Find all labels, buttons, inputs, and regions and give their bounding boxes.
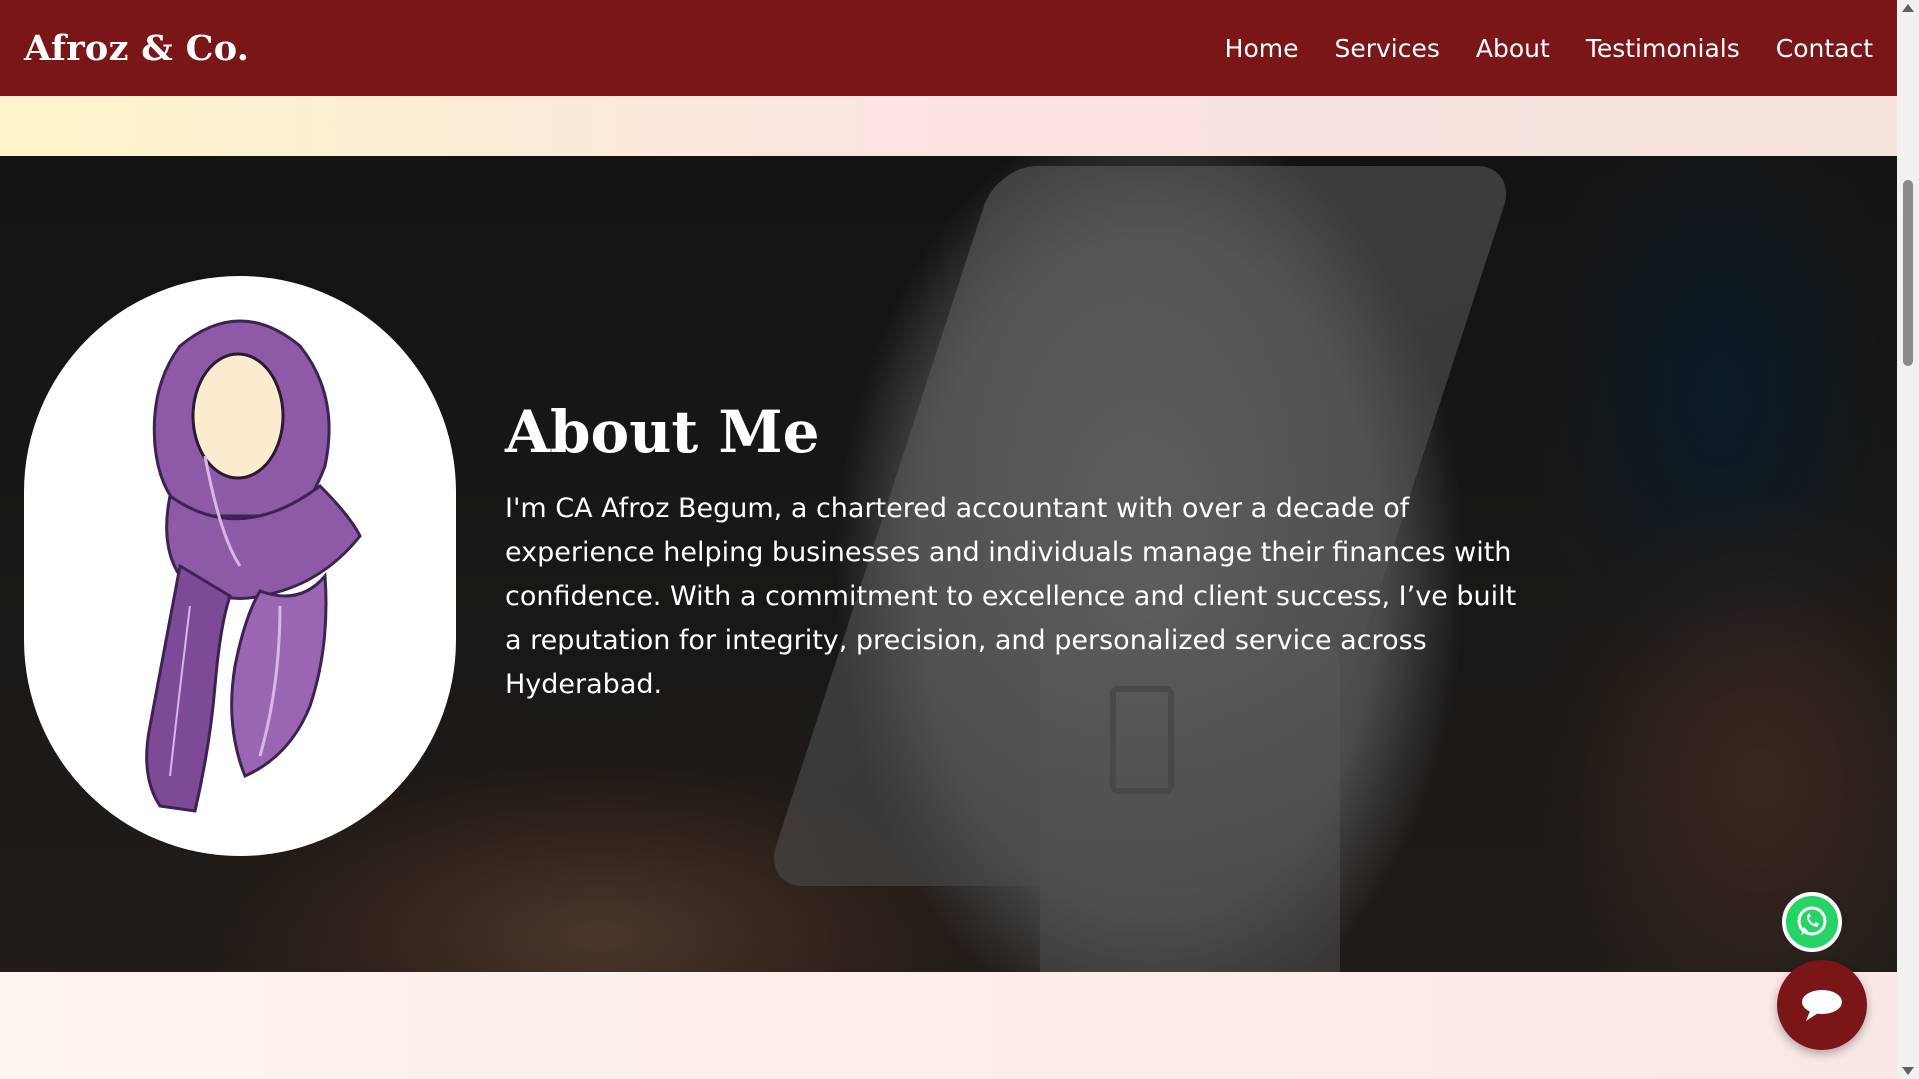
- brand-logo[interactable]: Afroz & Co.: [24, 28, 249, 69]
- nav-testimonials[interactable]: Testimonials: [1586, 34, 1740, 63]
- scroll-up-arrow-icon[interactable]: [1902, 4, 1914, 12]
- scroll-thumb[interactable]: [1903, 180, 1913, 366]
- chat-button[interactable]: [1777, 960, 1867, 1050]
- chat-bubble-icon: [1802, 990, 1842, 1021]
- about-title: About Me: [505, 398, 820, 466]
- pastel-band: [0, 96, 1897, 156]
- profile-portrait: [24, 276, 456, 856]
- whatsapp-icon: [1797, 906, 1827, 936]
- vertical-scrollbar[interactable]: [1897, 0, 1919, 1079]
- nav-about[interactable]: About: [1476, 34, 1550, 63]
- next-section-background: [0, 972, 1897, 1079]
- whatsapp-button[interactable]: [1782, 892, 1842, 952]
- main-nav: Home Services About Testimonials Contact: [1225, 34, 1873, 63]
- scroll-down-arrow-icon[interactable]: [1902, 1067, 1914, 1075]
- about-body: I'm CA Afroz Begum, a chartered accounta…: [505, 492, 1517, 700]
- hijab-illustration: [145, 319, 362, 813]
- top-navbar: Afroz & Co. Home Services About Testimon…: [0, 0, 1897, 96]
- nav-home[interactable]: Home: [1225, 34, 1299, 63]
- nav-contact[interactable]: Contact: [1776, 34, 1873, 63]
- about-section: About Me I'm CA Afroz Begum, a chartered…: [0, 156, 1897, 972]
- nav-services[interactable]: Services: [1334, 34, 1439, 63]
- about-content: About Me I'm CA Afroz Begum, a chartered…: [505, 398, 1525, 707]
